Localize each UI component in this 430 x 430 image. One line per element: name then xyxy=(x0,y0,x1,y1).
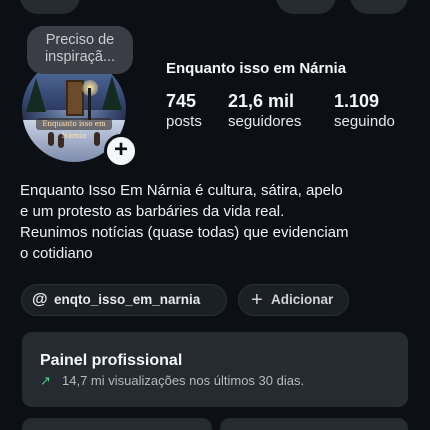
stat-following-label: seguindo xyxy=(334,113,395,130)
stat-followers[interactable]: 21,6 mil seguidores xyxy=(228,90,301,132)
bio-line: Reunimos notícias (quase todas) que evid… xyxy=(20,224,349,241)
trending-up-icon: ↗ xyxy=(40,373,51,388)
avatar-figure xyxy=(94,132,100,146)
stat-posts-label: posts xyxy=(166,113,202,130)
top-button-right[interactable] xyxy=(350,0,408,14)
add-link-label: Adicionar xyxy=(271,292,334,307)
professional-dashboard-title: Painel profissional xyxy=(40,352,183,369)
plus-icon: + xyxy=(113,136,128,163)
threads-handle: enqto_isso_em_narnia xyxy=(54,292,201,307)
stat-followers-value: 21,6 mil xyxy=(228,91,295,111)
bottom-button-right[interactable] xyxy=(220,418,408,430)
add-link-button[interactable]: + Adicionar xyxy=(238,284,349,316)
stat-posts-value: 745 xyxy=(166,91,197,111)
top-button-left[interactable] xyxy=(20,0,80,14)
stat-following[interactable]: 1.109 seguindo xyxy=(334,90,395,132)
stat-following-value: 1.109 xyxy=(334,91,380,111)
avatar-tree xyxy=(102,76,122,110)
threads-icon: @ xyxy=(32,291,48,308)
professional-dashboard-summary: 14,7 mi visualizações nos últimos 30 dia… xyxy=(62,373,305,388)
bio-line: o cotidiano xyxy=(20,245,93,262)
bio-line: Enquanto Isso Em Nárnia é cultura, sátir… xyxy=(20,182,343,199)
stat-followers-label: seguidores xyxy=(228,113,302,130)
note-text-line-1: Preciso de xyxy=(45,32,115,48)
avatar-tree xyxy=(26,78,46,112)
plus-icon: + xyxy=(251,289,263,311)
profile-display-name: Enquanto isso em Nárnia xyxy=(166,60,347,77)
avatar-figure xyxy=(48,132,54,146)
professional-dashboard[interactable]: Painel profissional ↗ 14,7 mi visualizaç… xyxy=(22,332,408,407)
note-bubble[interactable]: Preciso de inspiraçã... xyxy=(27,26,133,74)
note-text-line-2: inspiraçã... xyxy=(44,49,116,65)
stat-posts[interactable]: 745 posts xyxy=(166,90,202,132)
profile-bio: Enquanto Isso Em Nárnia é cultura, sátir… xyxy=(20,180,420,264)
bio-line: e um protesto as barbáries da vida real. xyxy=(20,203,285,220)
bottom-button-left[interactable] xyxy=(22,418,212,430)
avatar-sign-text: Enquanto isso em Nárnia xyxy=(36,118,112,140)
top-button-middle[interactable] xyxy=(276,0,336,14)
threads-link-chip[interactable]: @ enqto_isso_em_narnia xyxy=(21,284,227,316)
add-story-button[interactable]: + xyxy=(104,134,138,168)
